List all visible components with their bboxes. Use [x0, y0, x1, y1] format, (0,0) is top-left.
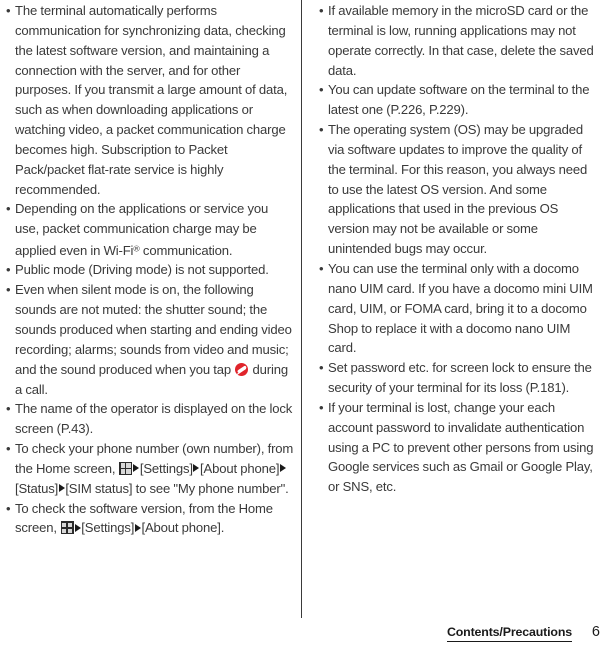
- bullet-screen-lock-password: • Set password etc. for screen lock to en…: [317, 358, 600, 398]
- bullet-public-mode: • Public mode (Driving mode) is not suppo…: [4, 260, 295, 280]
- bullet-nano-uim: • You can use the terminal only with a do…: [317, 259, 600, 358]
- bullet-marker: •: [319, 260, 324, 276]
- bullet-own-number: • To check your phone number (own number)…: [4, 439, 295, 499]
- bullet-wifi-charge: • Depending on the applications or servic…: [4, 199, 295, 260]
- page-number: 6: [591, 624, 600, 640]
- bullet-marker: •: [6, 441, 11, 457]
- left-column: • The terminal automatically performs com…: [0, 0, 303, 620]
- bullet-marker: •: [6, 282, 11, 298]
- bullet-marker: •: [6, 262, 11, 278]
- bullet-text: The operating system (OS) may be upgrade…: [328, 122, 588, 257]
- bullet-lost-terminal: • If your terminal is lost, change your e…: [317, 398, 600, 497]
- bullet-text: If your terminal is lost, change your ea…: [328, 399, 594, 495]
- right-triangle-arrow-icon: [134, 523, 141, 532]
- bullet-marker: •: [319, 399, 324, 415]
- bullet-software-version: • To check the software version, from the…: [4, 499, 295, 539]
- bullet-auto-communication: • The terminal automatically performs com…: [4, 1, 295, 199]
- bullet-marker: •: [6, 500, 11, 516]
- bullet-text: To check your phone number (own number),…: [15, 441, 294, 496]
- bullet-text: You can use the terminal only with a doc…: [328, 260, 593, 356]
- bullet-text: Set password etc. for screen lock to ens…: [328, 360, 592, 396]
- page-footer: Contents/Precautions 6: [0, 608, 606, 648]
- right-triangle-arrow-icon: [74, 523, 81, 532]
- bullet-marker: •: [6, 401, 11, 417]
- bullet-text: The name of the operator is displayed on…: [15, 401, 293, 437]
- bullet-operator-name: • The name of the operator is displayed o…: [4, 399, 295, 439]
- document-page: • The terminal automatically performs com…: [0, 0, 606, 648]
- bullet-marker: •: [319, 360, 324, 376]
- bullet-os-upgrade: • The operating system (OS) may be upgrad…: [317, 120, 600, 259]
- bullet-text: The terminal automatically performs comm…: [15, 3, 288, 197]
- bullet-text: Public mode (Driving mode) is not suppor…: [15, 262, 269, 278]
- bullet-text: To check the software version, from the …: [15, 500, 273, 536]
- column-divider: [301, 0, 302, 618]
- bullet-marker: •: [6, 201, 11, 217]
- bullet-update-software: • You can update software on the terminal…: [317, 80, 600, 120]
- app-drawer-grid-icon: [119, 461, 133, 475]
- right-triangle-arrow-icon: [193, 464, 200, 473]
- left-bullet-list: • The terminal automatically performs com…: [4, 1, 295, 538]
- bullet-marker: •: [319, 82, 324, 98]
- bullet-text: Depending on the applications or service…: [15, 201, 269, 258]
- bullet-marker: •: [319, 122, 324, 138]
- bullet-microsd-memory: • If available memory in the microSD card…: [317, 1, 600, 80]
- footer-inner: Contents/Precautions 6: [446, 624, 600, 642]
- right-column: • If available memory in the microSD card…: [303, 0, 606, 620]
- end-call-icon: [235, 362, 249, 376]
- app-drawer-grid-icon: [60, 521, 74, 535]
- bullet-text: You can update software on the terminal …: [328, 82, 590, 118]
- right-triangle-arrow-icon: [58, 484, 65, 493]
- bullet-silent-mode: • Even when silent mode is on, the follow…: [4, 280, 295, 399]
- bullet-marker: •: [319, 3, 324, 18]
- two-column-body: • The terminal automatically performs com…: [0, 0, 606, 620]
- right-triangle-arrow-icon: [133, 464, 140, 473]
- footer-section-title: Contents/Precautions: [446, 625, 572, 642]
- right-triangle-arrow-icon: [279, 464, 286, 473]
- bullet-text: If available memory in the microSD card …: [328, 3, 594, 78]
- right-bullet-list: • If available memory in the microSD card…: [317, 1, 600, 497]
- registered-trademark-symbol: ®: [133, 243, 140, 254]
- bullet-marker: •: [6, 3, 11, 18]
- bullet-text: Even when silent mode is on, the followi…: [15, 282, 292, 397]
